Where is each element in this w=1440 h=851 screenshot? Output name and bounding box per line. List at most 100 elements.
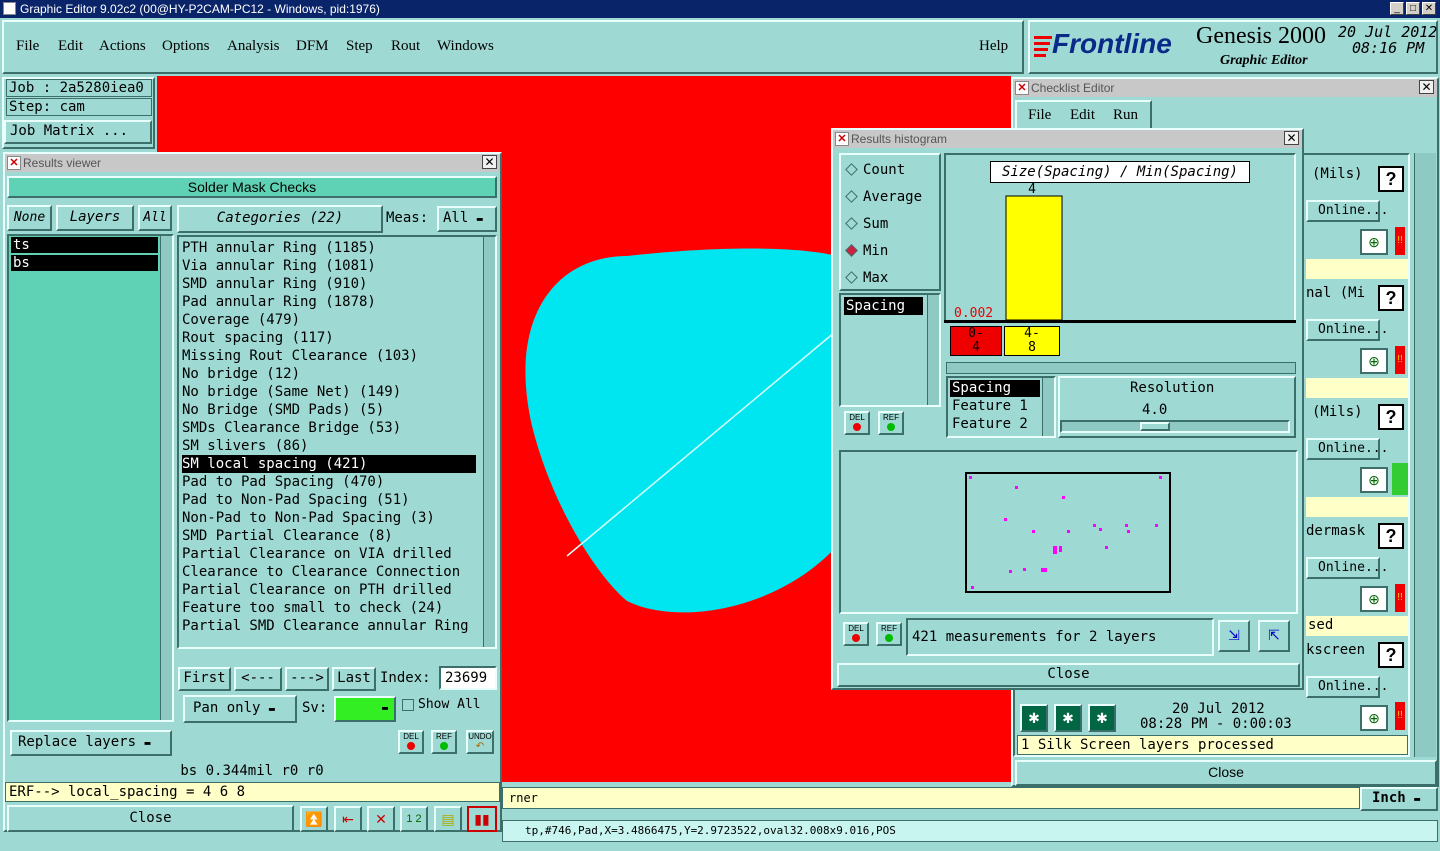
check-row-3-online-button[interactable]: Online... (1306, 438, 1388, 460)
histogram-close-x[interactable]: ✕ (1284, 131, 1299, 145)
histogram-bar[interactable] (1005, 195, 1063, 321)
category-item[interactable]: Pad to Pad Spacing (470) (182, 473, 476, 491)
checklist-close-button[interactable]: Close (1015, 760, 1437, 786)
hist-del-button[interactable]: DEL (844, 411, 870, 435)
bin-0[interactable]: 0- 4 (950, 326, 1002, 356)
meas-dropdown[interactable]: All ▬ (437, 206, 497, 232)
measure-list[interactable]: Spacing (839, 293, 941, 407)
resolution-field-list[interactable]: Spacing Feature 1 Feature 2 (946, 376, 1056, 438)
resolution-slider[interactable] (1060, 420, 1290, 433)
menu-file[interactable]: File (16, 38, 39, 55)
numbers-icon[interactable]: 1 2 (400, 806, 428, 832)
check-row-4-help-button[interactable]: ? (1378, 523, 1404, 549)
job-matrix-button[interactable]: Job Matrix ... (4, 120, 152, 144)
import-icon[interactable]: ⇱ (1258, 620, 1290, 652)
units-dropdown[interactable]: Inch ▬ (1360, 787, 1438, 811)
check-row-2-zoom-icon[interactable]: ⊕ (1360, 348, 1388, 374)
menu-analysis[interactable]: Analysis (227, 38, 280, 55)
maximize-button[interactable]: □ (1406, 2, 1420, 15)
export-icon[interactable]: ⇲ (1218, 620, 1250, 652)
resolution-slider-thumb[interactable] (1140, 422, 1170, 431)
layer-item-bs[interactable]: bs (11, 255, 158, 271)
layers-none-button[interactable]: None (7, 205, 52, 231)
check-row-3-help-button[interactable]: ? (1378, 404, 1404, 430)
check-row-4-online-button[interactable]: Online... (1306, 557, 1388, 579)
histogram-hscrollbar[interactable] (946, 362, 1296, 374)
histogram-close-button[interactable]: Close (837, 663, 1300, 687)
run-icon-1[interactable]: ✱ (1020, 704, 1048, 732)
pan-only-dropdown[interactable]: Pan only ▬ (183, 695, 297, 723)
results-viewer-close-x[interactable]: ✕ (482, 155, 497, 169)
last-button[interactable]: Last (332, 667, 376, 691)
measure-scrollbar[interactable] (927, 295, 939, 405)
category-item[interactable]: Clearance to Clearance Connection (182, 563, 476, 581)
check-row-2-online-button[interactable]: Online... (1306, 319, 1388, 341)
exit-icon[interactable]: ⇤ (334, 806, 362, 832)
category-item[interactable]: No bridge (Same Net) (149) (182, 383, 476, 401)
run-icon-2[interactable]: ✱ (1054, 704, 1082, 732)
category-item[interactable]: Pad annular Ring (1878) (182, 293, 476, 311)
menu-edit[interactable]: Edit (58, 38, 83, 55)
res-item-spacing[interactable]: Spacing (950, 380, 1040, 397)
category-item[interactable]: No Bridge (SMD Pads) (5) (182, 401, 476, 419)
category-item[interactable]: Partial SMD Clearance annular Ring (182, 617, 476, 635)
category-item[interactable]: SMD Partial Clearance (8) (182, 527, 476, 545)
category-item[interactable]: Coverage (479) (182, 311, 476, 329)
category-item[interactable]: SM slivers (86) (182, 437, 476, 455)
map-ref-button[interactable]: REF (876, 622, 902, 646)
run-icon-3[interactable]: ✱ (1088, 704, 1116, 732)
category-item[interactable]: No bridge (12) (182, 365, 476, 383)
no-ref-icon[interactable]: ✕ (367, 806, 395, 832)
check-row-1-zoom-icon[interactable]: ⊕ (1360, 229, 1388, 255)
index-field[interactable]: 23699 (439, 666, 497, 690)
first-button[interactable]: First (178, 667, 231, 691)
menu-windows[interactable]: Windows (437, 38, 494, 55)
checklist-close-x[interactable]: ✕ (1419, 80, 1434, 94)
hist-ref-button[interactable]: REF (878, 411, 904, 435)
category-item[interactable]: Via annular Ring (1081) (182, 257, 476, 275)
layer-up-icon[interactable]: ⏫ (300, 806, 328, 832)
category-item[interactable]: Missing Rout Clearance (103) (182, 347, 476, 365)
option-sum[interactable]: Sum (845, 214, 939, 241)
menu-actions[interactable]: Actions (99, 38, 146, 55)
check-row-4-zoom-icon[interactable]: ⊕ (1360, 586, 1388, 612)
prev-button[interactable]: <--- (234, 667, 282, 691)
layers-button[interactable]: Layers (56, 205, 134, 231)
res-item-feature1[interactable]: Feature 1 (950, 397, 1040, 415)
category-item[interactable]: Rout spacing (117) (182, 329, 476, 347)
preview-map-board[interactable] (965, 472, 1171, 593)
show-all-checkbox[interactable] (402, 699, 414, 711)
histogram-icon[interactable]: ▮▮ (467, 806, 497, 832)
check-row-1-online-button[interactable]: Online... (1306, 200, 1388, 222)
categories-scrollbar[interactable] (483, 237, 495, 647)
check-row-5-zoom-icon[interactable]: ⊕ (1360, 705, 1388, 731)
checklist-menu-edit[interactable]: Edit (1070, 107, 1095, 124)
checklist-scrollbar[interactable] (1414, 153, 1436, 757)
report-icon[interactable]: ▤ (434, 806, 462, 832)
del-button[interactable]: DEL (398, 730, 424, 754)
category-item[interactable]: Non-Pad to Non-Pad Spacing (3) (182, 509, 476, 527)
category-item[interactable]: SM local spacing (421) (182, 455, 476, 473)
menu-step[interactable]: Step (346, 38, 373, 55)
check-row-1-help-button[interactable]: ? (1378, 166, 1404, 192)
bin-1[interactable]: 4- 8 (1004, 326, 1060, 356)
sv-color-dropdown[interactable]: ▬ (334, 696, 396, 722)
option-min[interactable]: Min (845, 241, 939, 268)
measure-item-spacing[interactable]: Spacing (844, 297, 923, 315)
category-item[interactable]: Pad to Non-Pad Spacing (51) (182, 491, 476, 509)
category-item[interactable]: Partial Clearance on VIA drilled (182, 545, 476, 563)
menu-rout[interactable]: Rout (391, 38, 420, 55)
ref-button[interactable]: REF (431, 730, 457, 754)
category-item[interactable]: Feature too small to check (24) (182, 599, 476, 617)
replace-layers-dropdown[interactable]: Replace layers ▬ (10, 730, 172, 756)
check-row-5-online-button[interactable]: Online... (1306, 676, 1388, 698)
check-row-2-help-button[interactable]: ? (1378, 285, 1404, 311)
checklist-menu-file[interactable]: File (1028, 107, 1051, 124)
option-average[interactable]: Average (845, 187, 939, 214)
results-close-button[interactable]: Close (7, 805, 294, 832)
category-item[interactable]: SMD annular Ring (910) (182, 275, 476, 293)
layers-all-button[interactable]: All (138, 205, 172, 231)
check-row-3-zoom-icon[interactable]: ⊕ (1360, 467, 1388, 493)
category-item[interactable]: Partial Clearance on PTH drilled (182, 581, 476, 599)
menu-dfm[interactable]: DFM (296, 38, 329, 55)
